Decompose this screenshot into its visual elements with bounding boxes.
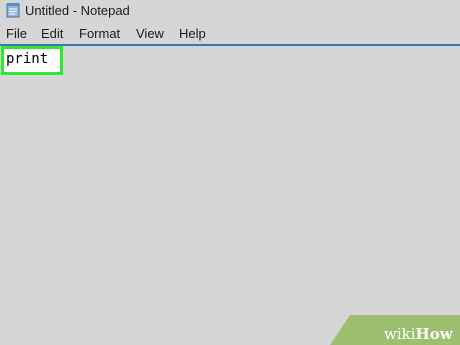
watermark-part1: wiki — [384, 325, 416, 343]
editor-text: print — [6, 51, 49, 67]
wikihow-watermark: wikiHow — [384, 325, 453, 343]
menu-format[interactable]: Format — [79, 26, 120, 41]
menu-edit[interactable]: Edit — [41, 26, 63, 41]
menu-bar: File Edit Format View Help — [0, 23, 460, 43]
watermark-part2: How — [415, 325, 453, 343]
menu-view[interactable]: View — [136, 26, 164, 41]
menu-file[interactable]: File — [6, 26, 27, 41]
menu-help[interactable]: Help — [179, 26, 206, 41]
title-bar: Untitled - Notepad — [0, 0, 460, 22]
window-title: Untitled - Notepad — [25, 3, 130, 18]
text-editor-area[interactable] — [0, 46, 460, 345]
notepad-icon — [6, 3, 20, 18]
